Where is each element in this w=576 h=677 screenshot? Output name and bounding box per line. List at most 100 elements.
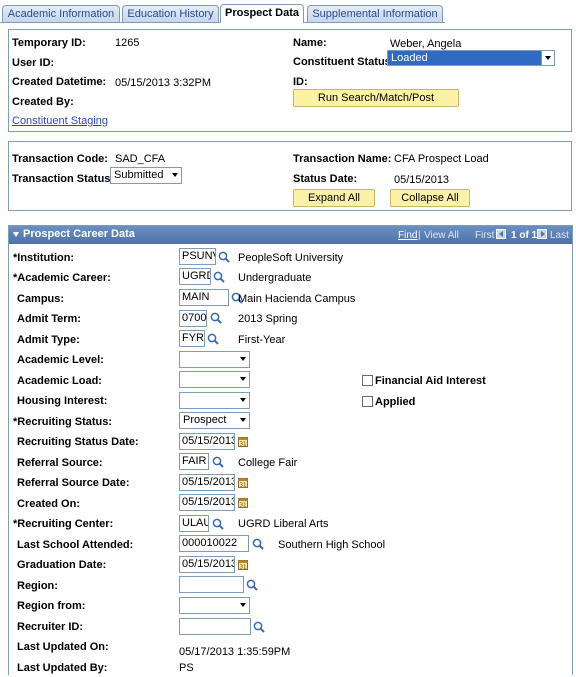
- tab-academic-information[interactable]: Academic Information: [2, 5, 120, 23]
- region-input[interactable]: [179, 576, 244, 593]
- referral-source-description: College Fair: [238, 457, 298, 469]
- tab-prospect-data[interactable]: Prospect Data: [220, 4, 304, 23]
- search-icon[interactable]: [246, 579, 258, 591]
- housing-interest-select[interactable]: [179, 392, 250, 409]
- search-icon[interactable]: [253, 621, 265, 633]
- institution-input[interactable]: PSUNV: [179, 248, 216, 265]
- view-all-link[interactable]: View All: [424, 230, 459, 241]
- academic-load-select[interactable]: [179, 371, 250, 388]
- recruiting-status-value: Prospect: [183, 414, 227, 426]
- run-search-match-post-button[interactable]: Run Search/Match/Post: [293, 89, 459, 107]
- created-on-input[interactable]: 05/15/2013: [179, 494, 235, 511]
- constituent-staging-link[interactable]: Constituent Staging: [12, 115, 108, 127]
- previous-arrow-icon[interactable]: [496, 229, 506, 239]
- collapse-all-button[interactable]: Collapse All: [390, 189, 470, 207]
- chevron-down-icon: [240, 398, 246, 402]
- tab-label: Academic Information: [7, 8, 115, 20]
- created-datetime-label: Created Datetime:: [12, 76, 107, 88]
- row-count: 1 of 1: [511, 230, 538, 241]
- section-header: Prospect Career Data Find | View All Fir…: [9, 226, 572, 244]
- financial-aid-interest-checkbox[interactable]: [362, 375, 373, 386]
- created-by-label: Created By:: [12, 96, 74, 108]
- last-school-attended-input[interactable]: 000010022: [179, 535, 249, 552]
- chevron-down-icon: [240, 418, 246, 422]
- graduation-date-input[interactable]: 05/15/2013: [179, 556, 235, 573]
- last-link[interactable]: Last: [550, 230, 569, 241]
- recruiting-center-input[interactable]: ULAU: [179, 515, 209, 532]
- institution-description: PeopleSoft University: [238, 252, 344, 264]
- search-icon[interactable]: [212, 456, 224, 468]
- recruiting-status-label: *Recruiting Status:: [13, 416, 113, 428]
- tab-supplemental-information[interactable]: Supplemental Information: [307, 5, 443, 23]
- recruiting-status-date-input[interactable]: 05/15/2013: [179, 433, 235, 450]
- chevron-down-icon: [240, 357, 246, 361]
- admit-type-description: First-Year: [238, 334, 286, 346]
- separator: |: [418, 230, 421, 241]
- recruiting-center-label: *Recruiting Center:: [13, 518, 114, 530]
- name-label: Name:: [293, 37, 327, 49]
- applied-label: Applied: [375, 396, 416, 408]
- campus-description: Main Hacienda Campus: [238, 293, 356, 305]
- calendar-icon[interactable]: [238, 559, 248, 570]
- temporary-id-label: Temporary ID:: [12, 37, 86, 49]
- recruiter-id-label: Recruiter ID:: [17, 621, 84, 633]
- recruiter-id-input[interactable]: [179, 618, 251, 635]
- id-label: ID:: [293, 76, 308, 88]
- last-school-attended-description: Southern High School: [278, 539, 386, 551]
- admit-term-label: Admit Term:: [17, 313, 81, 325]
- referral-source-label: Referral Source:: [17, 457, 103, 469]
- last-updated-by-label: Last Updated By:: [17, 662, 108, 674]
- housing-interest-label: Housing Interest:: [17, 395, 108, 407]
- academic-level-label: Academic Level:: [17, 354, 104, 366]
- tab-education-history[interactable]: Education History: [122, 5, 219, 23]
- expand-all-button[interactable]: Expand All: [293, 189, 375, 207]
- constituent-status-label: Constituent Status:: [293, 56, 395, 68]
- tab-bar: Academic Information Education History P…: [0, 0, 576, 23]
- constituent-status-select[interactable]: Loaded: [387, 50, 555, 66]
- search-icon[interactable]: [212, 518, 224, 530]
- find-link[interactable]: Find: [398, 230, 417, 241]
- transaction-name-label: Transaction Name:: [293, 153, 392, 165]
- chevron-down-icon: [240, 603, 246, 607]
- academic-career-description: Undergraduate: [238, 272, 312, 284]
- referral-source-input[interactable]: FAIR: [179, 453, 209, 470]
- first-link[interactable]: First: [475, 230, 494, 241]
- next-arrow-icon[interactable]: [537, 229, 547, 239]
- region-from-select[interactable]: [179, 597, 250, 614]
- transaction-code-value: SAD_CFA: [115, 153, 166, 165]
- transaction-status-select[interactable]: Submitted: [110, 167, 182, 184]
- academic-career-label: *Academic Career:: [13, 272, 111, 284]
- last-updated-on-value: 05/17/2013 1:35:59PM: [179, 646, 291, 658]
- calendar-icon[interactable]: [238, 436, 248, 447]
- chevron-down-icon: [172, 173, 178, 177]
- admit-type-label: Admit Type:: [17, 334, 80, 346]
- created-datetime-value: 05/15/2013 3:32PM: [115, 77, 212, 89]
- admit-term-description: 2013 Spring: [238, 313, 298, 325]
- section-title: Prospect Career Data: [23, 228, 135, 240]
- transaction-name-value: CFA Prospect Load: [394, 153, 489, 165]
- search-icon[interactable]: [218, 251, 230, 263]
- calendar-icon[interactable]: [238, 497, 248, 508]
- academic-career-input[interactable]: UGRD: [179, 268, 211, 285]
- campus-input[interactable]: MAIN: [179, 289, 229, 306]
- search-icon[interactable]: [252, 538, 264, 550]
- referral-source-date-input[interactable]: 05/15/2013: [179, 474, 235, 491]
- financial-aid-interest-label: Financial Aid Interest: [375, 375, 486, 387]
- calendar-icon[interactable]: [238, 477, 248, 488]
- applied-checkbox[interactable]: [362, 396, 373, 407]
- search-icon[interactable]: [207, 333, 219, 345]
- search-icon[interactable]: [213, 271, 225, 283]
- last-school-attended-label: Last School Attended:: [17, 539, 134, 551]
- recruiting-status-select[interactable]: Prospect: [179, 412, 250, 429]
- tab-label: Supplemental Information: [312, 8, 438, 20]
- status-date-label: Status Date:: [293, 173, 358, 185]
- admit-type-input[interactable]: FYR: [179, 330, 205, 347]
- admit-term-input[interactable]: 0700: [179, 310, 207, 327]
- academic-level-select[interactable]: [179, 351, 250, 368]
- name-value: Weber, Angela: [390, 38, 462, 50]
- graduation-date-label: Graduation Date:: [17, 559, 107, 571]
- transaction-code-label: Transaction Code:: [12, 153, 108, 165]
- search-icon[interactable]: [210, 312, 222, 324]
- tab-label: Education History: [127, 8, 214, 20]
- collapse-arrow-icon[interactable]: [13, 232, 19, 237]
